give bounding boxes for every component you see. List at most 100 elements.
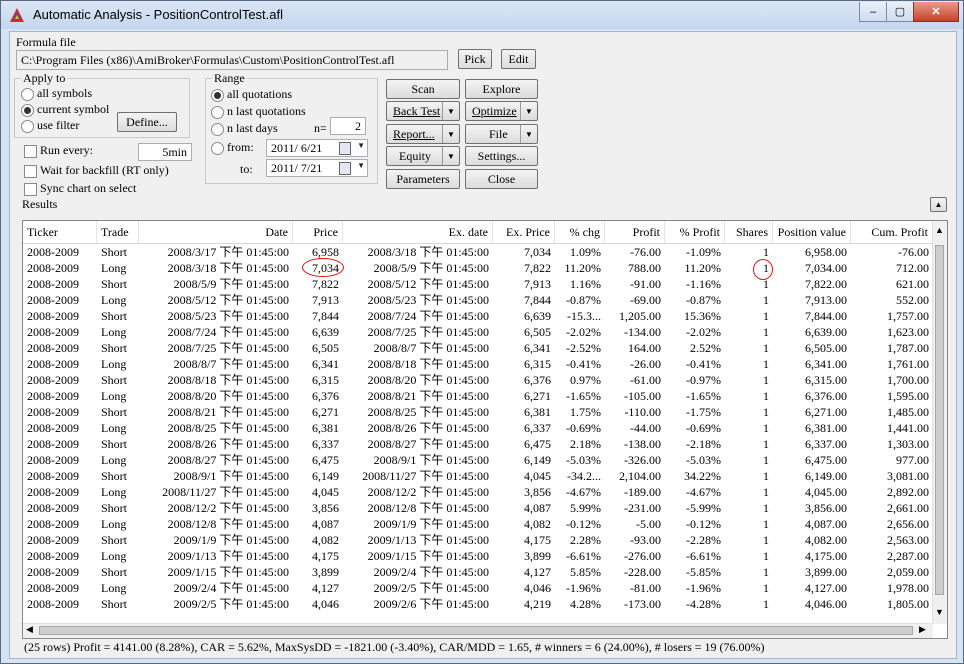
table-row[interactable]: 2008-2009 Short 2008/3/17 下午 01:45:00 6,958… bbox=[23, 244, 933, 260]
table-row[interactable]: 2008-2009 Long 2008/11/27 下午 01:45:00 4,045… bbox=[23, 484, 933, 500]
column-header-cum-profit[interactable]: Cum. Profit bbox=[851, 221, 933, 243]
table-cell: 2008/11/27 下午 01:45:00 bbox=[162, 485, 289, 499]
file-button[interactable]: File ▼ bbox=[465, 124, 538, 144]
table-row[interactable]: 2008-2009 Long 2009/1/13 下午 01:45:00 4,175 2… bbox=[23, 548, 933, 564]
table-row[interactable]: 2008-2009 Long 2008/8/7 下午 01:45:00 6,341 20… bbox=[23, 356, 933, 372]
restore-button[interactable]: ▢ bbox=[886, 2, 914, 22]
column-header-price[interactable]: Price bbox=[293, 221, 343, 243]
column-header-trade[interactable]: Trade bbox=[97, 221, 139, 243]
table-cell: 2.28% bbox=[570, 533, 601, 547]
chevron-down-icon[interactable]: ▼ bbox=[520, 125, 537, 143]
horizontal-scrollbar[interactable]: ◀ ▶ bbox=[23, 623, 933, 638]
horizontal-scroll-thumb[interactable] bbox=[39, 626, 913, 635]
table-row[interactable]: 2008-2009 Long 2008/7/24 下午 01:45:00 6,639 2… bbox=[23, 324, 933, 340]
table-row[interactable]: 2008-2009 Short 2008/5/23 下午 01:45:00 7,844… bbox=[23, 308, 933, 324]
table-row[interactable]: 2008-2009 Short 2009/2/5 下午 01:45:00 4,046 2… bbox=[23, 596, 933, 612]
column-header-profit[interactable]: % Profit bbox=[665, 221, 725, 243]
table-row[interactable]: 2008-2009 Long 2008/8/25 下午 01:45:00 6,381 2… bbox=[23, 420, 933, 436]
table-cell: 1 bbox=[763, 517, 769, 531]
radio-n-last-days[interactable] bbox=[211, 123, 224, 136]
table-row[interactable]: 2008-2009 Short 2008/8/18 下午 01:45:00 6,315… bbox=[23, 372, 933, 388]
vertical-scroll-thumb[interactable] bbox=[935, 245, 944, 595]
title-bar[interactable]: Automatic Analysis - PositionControlTest… bbox=[1, 1, 963, 29]
run-every-interval-field[interactable]: 5min bbox=[138, 143, 192, 161]
table-cell: 6,341.00 bbox=[805, 357, 847, 371]
table-row[interactable]: 2008-2009 Short 2009/1/9 下午 01:45:00 4,082 2… bbox=[23, 532, 933, 548]
backtest-button[interactable]: Back Test ▼ bbox=[386, 101, 460, 121]
column-header-ex-price[interactable]: Ex. Price bbox=[493, 221, 555, 243]
table-row[interactable]: 2008-2009 Long 2008/5/12 下午 01:45:00 7,913 2… bbox=[23, 292, 933, 308]
table-row[interactable]: 2008-2009 Long 2008/8/20 下午 01:45:00 6,376 2… bbox=[23, 388, 933, 404]
explore-button[interactable]: Explore bbox=[465, 79, 538, 99]
table-row[interactable]: 2008-2009 Short 2008/9/1 下午 01:45:00 6,149 2… bbox=[23, 468, 933, 484]
table-row[interactable]: 2008-2009 Short 2008/7/25 下午 01:45:00 6,505… bbox=[23, 340, 933, 356]
vertical-scrollbar[interactable]: ▲ ▼ bbox=[932, 221, 947, 624]
minimize-button[interactable]: – bbox=[859, 2, 887, 22]
sync-chart-checkbox[interactable] bbox=[24, 183, 37, 196]
table-cell: 7,913 bbox=[312, 293, 339, 307]
table-row[interactable]: 2008-2009 Long 2009/2/4 下午 01:45:00 4,127 20… bbox=[23, 580, 933, 596]
table-row[interactable]: 2008-2009 Short 2009/1/15 下午 01:45:00 3,899… bbox=[23, 564, 933, 580]
report-button[interactable]: Report... ▼ bbox=[386, 124, 460, 144]
table-cell: 712.00 bbox=[896, 261, 929, 275]
radio-all-quotations[interactable] bbox=[211, 89, 224, 102]
radio-from-date[interactable] bbox=[211, 142, 224, 155]
radio-n-last-quotations[interactable] bbox=[211, 106, 224, 119]
chevron-down-icon[interactable]: ▼ bbox=[442, 125, 459, 143]
table-cell: 3,899 bbox=[524, 549, 551, 563]
table-row[interactable]: 2008-2009 Long 2008/8/27 下午 01:45:00 6,475 2… bbox=[23, 452, 933, 468]
radio-all-symbols[interactable] bbox=[21, 88, 34, 101]
table-cell: Long bbox=[101, 261, 127, 275]
from-date-picker[interactable]: 2011/ 6/21 ▼ bbox=[266, 139, 368, 157]
scroll-up-arrow-icon[interactable]: ▲ bbox=[935, 225, 944, 235]
table-cell: Short bbox=[101, 373, 128, 387]
file-label: File bbox=[489, 126, 508, 141]
column-header-position-value[interactable]: Position value bbox=[773, 221, 851, 243]
table-cell: 3,856.00 bbox=[805, 501, 847, 515]
scroll-down-arrow-icon[interactable]: ▼ bbox=[935, 607, 944, 617]
table-cell: -2.52% bbox=[566, 341, 601, 355]
column-header-profit[interactable]: Profit bbox=[605, 221, 665, 243]
table-row[interactable]: 2008-2009 Short 2008/8/26 下午 01:45:00 6,337… bbox=[23, 436, 933, 452]
formula-path-field[interactable]: C:\Program Files (x86)\AmiBroker\Formula… bbox=[16, 50, 448, 70]
results-header-row: Ticker Trade Date Price Ex. date Ex. Price% c… bbox=[23, 221, 933, 244]
run-every-checkbox[interactable] bbox=[24, 145, 37, 158]
define-button[interactable]: Define... bbox=[117, 112, 177, 132]
column-header-date[interactable]: Date bbox=[139, 221, 293, 243]
table-row[interactable]: 2008-2009 Long 2008/3/18 下午 01:45:00 7,034 2… bbox=[23, 260, 933, 276]
apply-to-label: Apply to bbox=[21, 71, 68, 86]
table-row[interactable]: 2008-2009 Short 2008/12/2 下午 01:45:00 3,856… bbox=[23, 500, 933, 516]
parameters-button[interactable]: Parameters bbox=[386, 169, 460, 189]
table-cell: Long bbox=[101, 357, 127, 371]
results-grid[interactable]: Ticker Trade Date Price Ex. date Ex. Price% c… bbox=[22, 220, 948, 639]
optimize-button[interactable]: Optimize ▼ bbox=[465, 101, 538, 121]
radio-use-filter[interactable] bbox=[21, 120, 34, 133]
table-cell: 2008/5/12 下午 01:45:00 bbox=[367, 277, 489, 291]
table-row[interactable]: 2008-2009 Short 2008/8/21 下午 01:45:00 6,271… bbox=[23, 404, 933, 420]
column-header-ex-date[interactable]: Ex. date bbox=[343, 221, 493, 243]
chevron-down-icon[interactable]: ▼ bbox=[442, 102, 459, 120]
to-date-picker[interactable]: 2011/ 7/21 ▼ bbox=[266, 159, 368, 177]
collapse-results-button[interactable]: ▲ bbox=[930, 197, 947, 212]
table-row[interactable]: 2008-2009 Long 2008/12/8 下午 01:45:00 4,087 2… bbox=[23, 516, 933, 532]
close-button[interactable]: Close bbox=[465, 169, 538, 189]
column-header-shares[interactable]: Shares bbox=[725, 221, 773, 243]
radio-current-symbol[interactable] bbox=[21, 104, 34, 117]
scroll-right-arrow-icon[interactable]: ▶ bbox=[919, 624, 926, 635]
close-window-button[interactable]: ✕ bbox=[913, 2, 959, 22]
chevron-down-icon[interactable]: ▼ bbox=[442, 147, 459, 165]
table-cell: 2,656.00 bbox=[887, 517, 929, 531]
scan-button[interactable]: Scan bbox=[386, 79, 460, 99]
wait-backfill-checkbox[interactable] bbox=[24, 165, 37, 178]
equity-button[interactable]: Equity ▼ bbox=[386, 146, 460, 166]
scroll-left-arrow-icon[interactable]: ◀ bbox=[26, 624, 33, 635]
column-header-chg[interactable]: % chg bbox=[555, 221, 605, 243]
chevron-down-icon[interactable]: ▼ bbox=[520, 102, 537, 120]
settings-button[interactable]: Settings... bbox=[465, 146, 538, 166]
table-row[interactable]: 2008-2009 Short 2008/5/9 下午 01:45:00 7,822 2… bbox=[23, 276, 933, 292]
n-value-field[interactable]: 2 bbox=[330, 117, 366, 135]
table-cell: -110.00 bbox=[624, 405, 661, 419]
column-header-ticker[interactable]: Ticker bbox=[23, 221, 97, 243]
edit-button[interactable]: Edit bbox=[501, 49, 536, 69]
pick-button[interactable]: Pick bbox=[458, 49, 492, 69]
